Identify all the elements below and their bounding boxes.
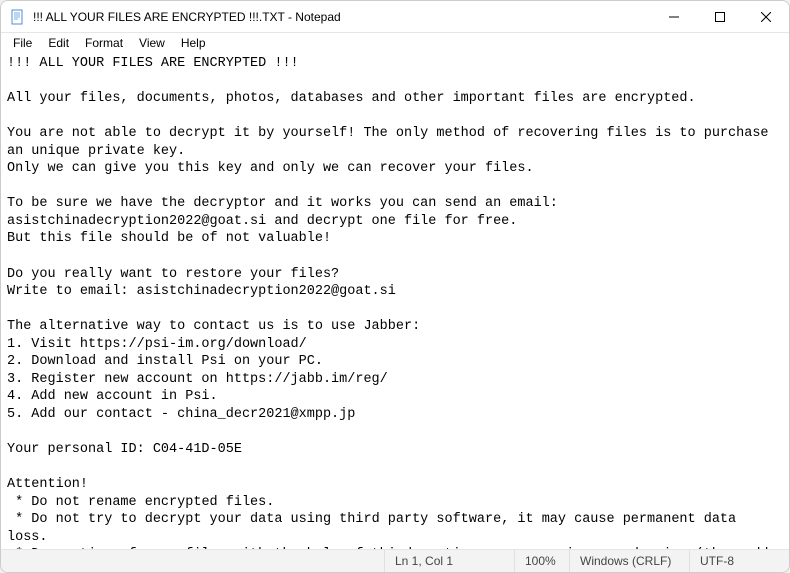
text-area[interactable]: !!! ALL YOUR FILES ARE ENCRYPTED !!! All… (1, 53, 789, 549)
menu-view[interactable]: View (131, 34, 173, 52)
menu-help[interactable]: Help (173, 34, 214, 52)
menu-edit[interactable]: Edit (40, 34, 77, 52)
window-controls (651, 1, 789, 32)
notepad-window: !!! ALL YOUR FILES ARE ENCRYPTED !!!.TXT… (0, 0, 790, 573)
menu-file[interactable]: File (5, 34, 40, 52)
status-position: Ln 1, Col 1 (384, 550, 514, 572)
menubar: File Edit Format View Help (1, 33, 789, 53)
status-encoding: UTF-8 (689, 550, 789, 572)
minimize-button[interactable] (651, 1, 697, 33)
menu-format[interactable]: Format (77, 34, 131, 52)
maximize-button[interactable] (697, 1, 743, 33)
status-line-ending: Windows (CRLF) (569, 550, 689, 572)
close-button[interactable] (743, 1, 789, 33)
notepad-icon (9, 9, 25, 25)
status-spacer (1, 550, 384, 572)
titlebar: !!! ALL YOUR FILES ARE ENCRYPTED !!!.TXT… (1, 1, 789, 33)
window-title: !!! ALL YOUR FILES ARE ENCRYPTED !!!.TXT… (33, 10, 651, 24)
status-zoom: 100% (514, 550, 569, 572)
statusbar: Ln 1, Col 1 100% Windows (CRLF) UTF-8 (1, 549, 789, 572)
